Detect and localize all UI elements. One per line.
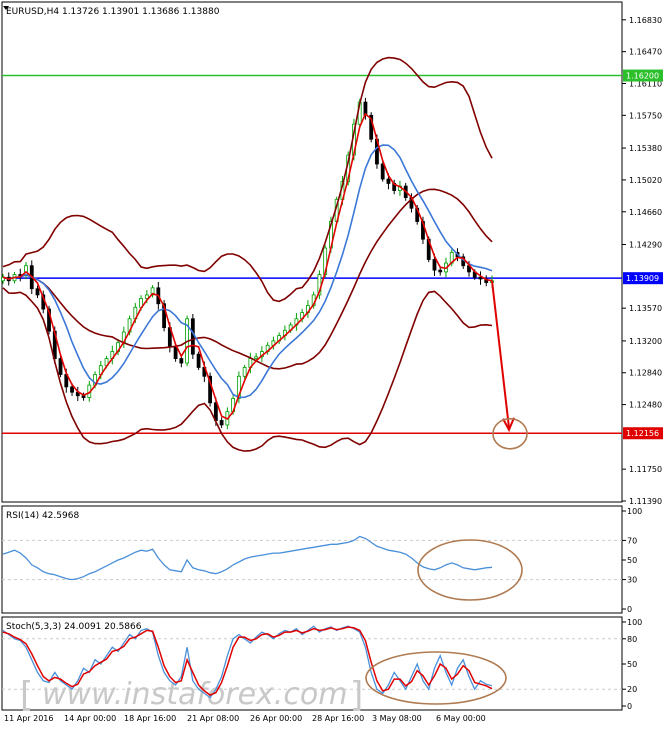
price-axis-tick-label: 1.14290 bbox=[629, 240, 662, 249]
candle-body bbox=[196, 353, 201, 368]
price-axis-tick-label: 1.13570 bbox=[629, 304, 662, 313]
candle-body bbox=[190, 318, 195, 355]
stoch-highlight-ellipse bbox=[365, 651, 507, 705]
candle-body bbox=[35, 288, 40, 296]
candle-body bbox=[70, 386, 74, 393]
rsi-axis-tick-label: 70 bbox=[627, 536, 637, 545]
time-axis-label: 14 Apr 00:00 bbox=[64, 714, 116, 723]
price-axis-tick-label: 1.16830 bbox=[629, 16, 662, 25]
time-axis-label: 21 Apr 08:00 bbox=[187, 714, 239, 723]
time-axis-label: 3 May 08:00 bbox=[372, 714, 422, 723]
candle-body bbox=[432, 259, 437, 271]
candle-body bbox=[438, 269, 443, 273]
rsi-axis-tick-label: 100 bbox=[627, 507, 642, 516]
candle-body bbox=[173, 346, 178, 359]
time-axis-label: 6 May 00:00 bbox=[436, 714, 486, 723]
time-axis-label: 11 Apr 2016 bbox=[4, 714, 53, 723]
chart-canvas: EURUSD,H4 1.13726 1.13901 1.13686 1.1388… bbox=[1, 1, 663, 723]
stoch-header: Stoch(5,3,3) 24.0091 20.5866 bbox=[6, 622, 142, 632]
stoch-axis-tick-label: 20 bbox=[627, 685, 637, 694]
stoch-axis-tick-label: 0 bbox=[627, 702, 632, 711]
bollinger-upper-line bbox=[2, 56, 493, 303]
time-axis-label: 28 Apr 16:00 bbox=[312, 714, 364, 723]
price-level-label: 1.13909 bbox=[626, 274, 659, 283]
candle-body bbox=[254, 356, 259, 359]
price-level-label: 1.16200 bbox=[626, 72, 659, 81]
candle-body bbox=[81, 395, 86, 398]
forecast-arrow bbox=[491, 280, 510, 428]
price-axis-tick-label: 1.15750 bbox=[629, 111, 662, 120]
price-axis-tick-label: 1.15020 bbox=[629, 176, 662, 185]
candle-body bbox=[179, 358, 184, 364]
time-axis-label: 18 Apr 16:00 bbox=[124, 714, 176, 723]
candle-body bbox=[58, 358, 63, 375]
bollinger-lower-line bbox=[2, 287, 493, 452]
stoch-axis-tick-label: 50 bbox=[627, 660, 637, 669]
candle-body bbox=[380, 163, 385, 180]
price-axis-tick-label: 1.16470 bbox=[629, 48, 662, 57]
price-axis-tick-label: 1.12840 bbox=[629, 369, 662, 378]
rsi-panel-frame bbox=[1, 505, 623, 614]
candle-body bbox=[386, 178, 391, 184]
rsi-axis-tick-label: 0 bbox=[627, 605, 632, 614]
price-axis-tick-label: 1.12480 bbox=[629, 401, 662, 410]
price-level-label: 1.12156 bbox=[626, 429, 659, 438]
stoch-axis-tick-label: 100 bbox=[627, 618, 642, 627]
watermark-bracket-left: [ bbox=[20, 675, 33, 715]
rsi-axis-tick-label: 50 bbox=[627, 556, 637, 565]
price-axis-tick-label: 1.11750 bbox=[629, 465, 662, 474]
fast-ma-line bbox=[2, 112, 493, 421]
stoch-axis-tick-label: 80 bbox=[627, 635, 637, 644]
price-axis-tick-label: 1.14660 bbox=[629, 208, 662, 217]
watermark: www.instaforex.com bbox=[42, 677, 347, 712]
time-axis-label: 26 Apr 00:00 bbox=[250, 714, 302, 723]
price-panel-frame bbox=[1, 1, 623, 503]
candle-body bbox=[219, 420, 224, 426]
chart-window: EURUSD,H4 1.13726 1.13901 1.13686 1.1388… bbox=[0, 0, 665, 729]
price-axis-tick-label: 1.15380 bbox=[629, 144, 662, 153]
watermark-bracket-right: ] bbox=[350, 675, 363, 715]
rsi-header: RSI(14) 42.5968 bbox=[6, 511, 79, 521]
price-axis-tick-label: 1.11390 bbox=[629, 497, 662, 506]
slow-ma-line bbox=[2, 144, 493, 399]
price-axis-tick-label: 1.13200 bbox=[629, 337, 662, 346]
rsi-axis-tick-label: 30 bbox=[627, 576, 637, 585]
candle-body bbox=[242, 367, 247, 377]
price-chart-header: EURUSD,H4 1.13726 1.13901 1.13686 1.1388… bbox=[6, 7, 220, 17]
